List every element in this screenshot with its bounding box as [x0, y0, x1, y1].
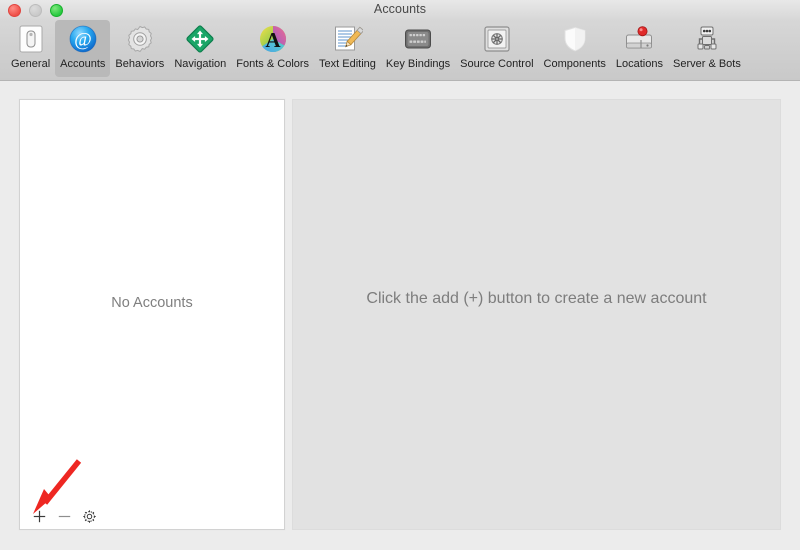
svg-text:A: A: [265, 28, 281, 52]
toolbar-label-locations: Locations: [615, 58, 663, 70]
toolbar-item-behaviors[interactable]: Behaviors: [110, 20, 169, 77]
preferences-toolbar: General @ Accounts Behaviors Navigation …: [0, 19, 800, 81]
accounts-at-icon: @: [67, 23, 99, 55]
preferences-window: Accounts General @ Accounts Behaviors Na…: [0, 0, 800, 550]
keyboard-icon: [402, 23, 434, 55]
toolbar-label-key-bindings: Key Bindings: [385, 58, 451, 70]
safe-vault-icon: [481, 23, 513, 55]
toolbar-label-text-editing: Text Editing: [319, 58, 376, 70]
toolbar-item-source-control[interactable]: Source Control: [455, 20, 538, 77]
gear-icon: [83, 509, 96, 523]
window-title: Accounts: [373, 2, 427, 16]
toolbar-item-components[interactable]: Components: [539, 20, 611, 77]
toolbar-label-behaviors: Behaviors: [115, 58, 165, 70]
toolbar-label-source-control: Source Control: [460, 58, 534, 70]
drive-pin-icon: [623, 23, 655, 55]
toolbar-item-accounts[interactable]: @ Accounts: [55, 20, 111, 77]
accounts-list-panel[interactable]: No Accounts: [19, 99, 285, 530]
toolbar-item-navigation[interactable]: Navigation: [169, 20, 231, 77]
toolbar-item-key-bindings[interactable]: Key Bindings: [381, 20, 455, 77]
window-titlebar: Accounts: [0, 0, 800, 19]
account-detail-message: Click the add (+) button to create a new…: [366, 290, 707, 307]
toolbar-label-navigation: Navigation: [174, 58, 227, 70]
accounts-empty-message: No Accounts: [111, 295, 193, 311]
toolbar-item-text-editing[interactable]: Text Editing: [314, 20, 381, 77]
remove-account-button[interactable]: [52, 505, 77, 527]
color-wheel-letter-a-icon: A: [257, 23, 289, 55]
robot-icon: [691, 23, 723, 55]
svg-text:@: @: [74, 30, 92, 51]
toolbar-item-server-bots[interactable]: Server & Bots: [668, 20, 746, 77]
gear-icon: [124, 23, 156, 55]
toolbar-item-locations[interactable]: Locations: [611, 20, 668, 77]
toolbar-label-fonts-colors: Fonts & Colors: [236, 58, 310, 70]
toolbar-label-accounts: Accounts: [60, 58, 106, 70]
shield-icon: [559, 23, 591, 55]
plus-icon: [33, 510, 46, 522]
general-icon: [15, 23, 47, 55]
account-detail-panel: Click the add (+) button to create a new…: [292, 99, 781, 530]
minus-icon: [58, 515, 71, 517]
add-account-button[interactable]: [27, 505, 52, 527]
toolbar-item-fonts-colors[interactable]: A Fonts & Colors: [231, 20, 314, 77]
account-settings-button[interactable]: [77, 505, 102, 527]
accounts-list-footer: [20, 503, 284, 529]
move-arrows-diamond-icon: [184, 23, 216, 55]
preferences-content: No Accounts Click the add (+) button to …: [0, 81, 800, 550]
toolbar-label-server-bots: Server & Bots: [672, 58, 741, 70]
pencil-document-icon: [331, 23, 365, 55]
toolbar-item-general[interactable]: General: [6, 20, 55, 77]
toolbar-label-general: General: [11, 58, 51, 70]
toolbar-label-components: Components: [543, 58, 606, 70]
